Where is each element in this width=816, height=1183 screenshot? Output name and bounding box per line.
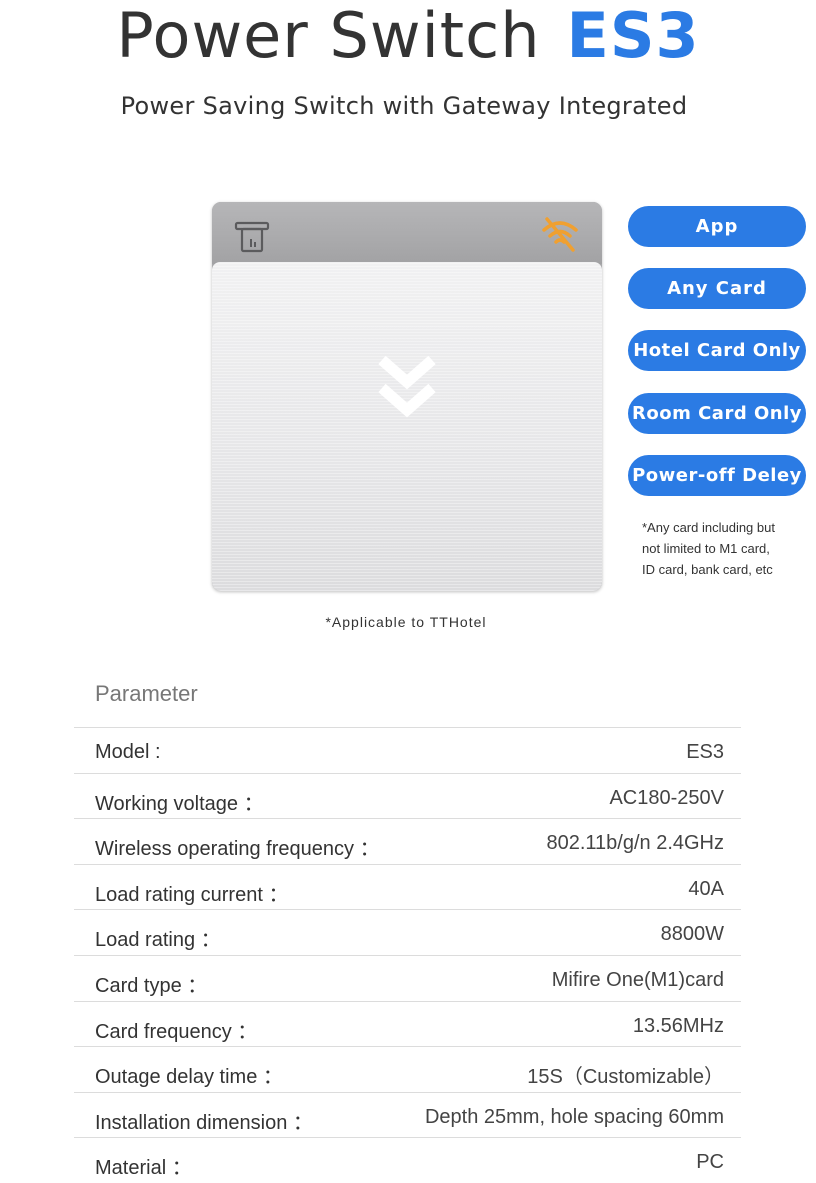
param-value: 8800W (660, 923, 724, 946)
card-slot-icon (234, 221, 270, 253)
table-row: Outage delay time ： 15S（Customizable） (74, 1046, 741, 1092)
mode-power-off-delay-button[interactable]: Power-off Deley (628, 455, 806, 496)
param-value: AC180-250V (609, 786, 724, 809)
card-note: *Any card including but not limited to M… (642, 517, 812, 580)
param-value: Mifire One(M1)card (551, 968, 724, 991)
device-panel (212, 262, 602, 591)
note-line: ID card, bank card, etc (642, 562, 773, 577)
applicable-note: *Applicable to TTHotel (325, 614, 487, 630)
param-value: 13.56MHz (632, 1014, 724, 1037)
table-row: Wireless operating frequency ： 802.11b/g/… (74, 818, 741, 864)
parameter-heading: Parameter (95, 681, 198, 706)
table-row: Material ： PC (74, 1137, 741, 1183)
parameter-table: Model : ES3 Working voltage ： AC180-250V W… (74, 727, 741, 1183)
param-label: Working voltage ： (95, 792, 264, 815)
page-subtitle: Power Saving Switch with Gateway Integra… (120, 92, 688, 120)
param-value: ES3 (686, 741, 724, 763)
param-label: Load rating current ： (95, 883, 289, 906)
mode-room-card-button[interactable]: Room Card Only (628, 393, 806, 434)
param-value: 15S（Customizable） (527, 1066, 724, 1089)
param-value: Depth 25mm, hole spacing 60mm (424, 1105, 724, 1128)
param-label: Model : (95, 741, 161, 763)
mode-app-button[interactable]: App (628, 206, 806, 247)
table-row: Working voltage ： AC180-250V (74, 772, 741, 819)
param-label: Load rating ： (95, 929, 221, 952)
note-line: *Any card including but (642, 520, 775, 535)
title-text: Power Switch (116, 0, 541, 72)
param-label: Card frequency ： (95, 1020, 258, 1043)
param-label: Wireless operating frequency ： (95, 838, 380, 861)
device-image (212, 202, 602, 591)
table-row: Model : ES3 (74, 727, 741, 773)
mode-hotel-card-button[interactable]: Hotel Card Only (628, 330, 806, 371)
table-row: Card frequency ： 13.56MHz (74, 1000, 741, 1047)
param-label: Material ： (95, 1157, 192, 1180)
table-row: Load rating current ： 40A (74, 863, 741, 910)
note-line: not limited to M1 card, (642, 541, 770, 556)
param-value: PC (696, 1151, 724, 1174)
table-row: Load rating ： 8800W (74, 909, 741, 955)
double-chevron-down-icon (378, 355, 436, 418)
param-label: Installation dimension ： (95, 1111, 313, 1134)
param-label: Outage delay time ： (95, 1066, 283, 1089)
mode-any-card-button[interactable]: Any Card (628, 268, 806, 309)
param-label: Card type ： (95, 974, 208, 997)
table-row: Card type ： Mifire One(M1)card (74, 954, 741, 1001)
table-row: Installation dimension ： Depth 25mm, hole… (74, 1091, 741, 1138)
model-name: ES3 (566, 0, 700, 72)
param-value: 802.11b/g/n 2.4GHz (546, 832, 724, 855)
wifi-off-icon (542, 217, 578, 252)
param-value: 40A (688, 877, 724, 900)
page-title: Power Switch ES3 (0, 0, 816, 72)
